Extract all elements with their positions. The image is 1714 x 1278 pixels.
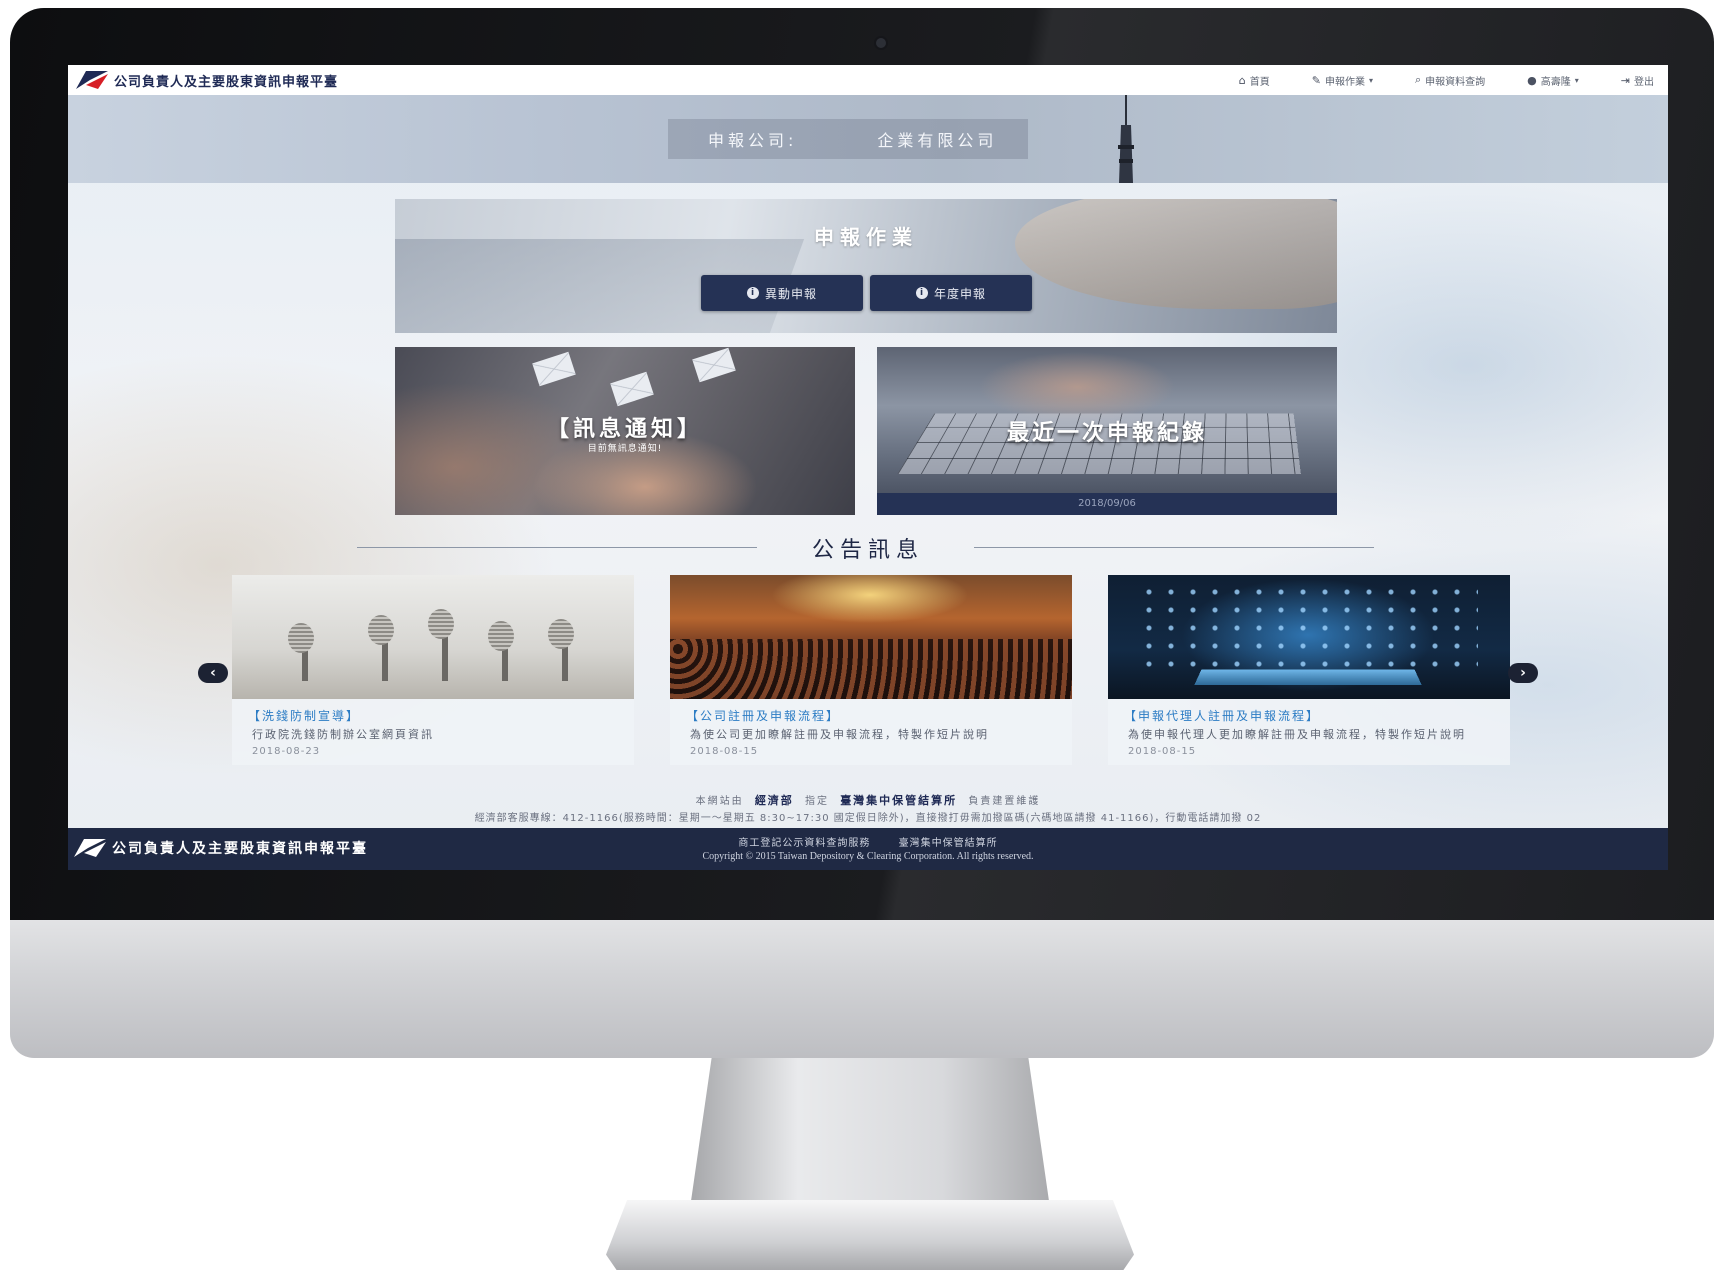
mic-head: [368, 615, 394, 645]
announcement-date: 2018-08-15: [1128, 746, 1510, 757]
carousel-next-button[interactable]: ›: [1508, 663, 1538, 683]
nav-logout-label: 登出: [1634, 73, 1654, 88]
company-label: 申報公司:: [708, 127, 797, 151]
chevron-right-icon: ›: [1520, 665, 1526, 681]
mic-head: [488, 621, 514, 651]
nav-user-dropdown[interactable]: ● 高壽隆 ▾: [1527, 73, 1579, 88]
audience: [670, 639, 1072, 699]
ministry-logo-text: 經濟部: [755, 794, 794, 807]
user-icon: ●: [1527, 74, 1537, 87]
credits-designated: 指定: [805, 796, 829, 807]
footer: 公司負責人及主要股東資訊申報平臺 商工登記公示資料查詢服務 臺灣集中保管結算所 …: [68, 828, 1668, 870]
credits-line: 本網站由 經濟部 指定 臺灣集中保管結算所 負責建置維護: [68, 792, 1668, 808]
brand[interactable]: 公司負責人及主要股東資訊申報平臺: [76, 71, 338, 90]
info-icon: i: [916, 287, 928, 299]
network-tablet-image: [1108, 575, 1510, 699]
camera-icon: [876, 38, 886, 48]
app-title: 公司負責人及主要股東資訊申報平臺: [114, 71, 338, 90]
company-name: 企業有限公司: [877, 127, 997, 151]
network-dots: [1138, 583, 1478, 673]
top-navbar: 公司負責人及主要股東資訊申報平臺 ⌂ 首頁 ✎ 申報作業 ▾ ⌕ 申報資料查詢 …: [68, 65, 1668, 95]
tower-icon: [1108, 95, 1144, 183]
credits-suffix: 負責建置維護: [968, 796, 1040, 807]
tablet: [1194, 670, 1421, 685]
announcement-title[interactable]: 【洗錢防制宣導】: [248, 707, 634, 724]
change-report-label: 異動申報: [765, 285, 817, 302]
conference-hall-image: [670, 575, 1072, 699]
announcement-title[interactable]: 【公司註冊及申報流程】: [686, 707, 1072, 724]
footer-links: 商工登記公示資料查詢服務 臺灣集中保管結算所: [68, 834, 1668, 849]
announcement-desc: 為使申報代理人更加瞭解註冊及申報流程，特製作短片說明: [1128, 728, 1494, 742]
footer-link-tdcc[interactable]: 臺灣集中保管結算所: [899, 838, 998, 849]
message-tile-title: 【訊息通知】: [395, 411, 855, 443]
report-panel-title: 申報作業: [395, 221, 1337, 250]
report-panel: 申報作業 i 異動申報 i 年度申報: [395, 199, 1337, 333]
message-tile-subtitle: 目前無訊息通知!: [395, 441, 855, 454]
company-box: 申報公司: 企業有限公司: [668, 119, 1028, 159]
tdcc-logo-text: 臺灣集中保管結算所: [840, 794, 957, 807]
home-icon: ⌂: [1239, 74, 1246, 87]
info-icon: i: [747, 287, 759, 299]
announcement-card[interactable]: 【洗錢防制宣導】 行政院洗錢防制辦公室網頁資訊 2018-08-23: [232, 575, 634, 765]
annual-report-label: 年度申報: [934, 285, 986, 302]
hotline-text: 經濟部客服專線：412-1166(服務時間：星期一～星期五 8:30~17:30…: [68, 809, 1668, 824]
change-report-button[interactable]: i 異動申報: [701, 275, 863, 311]
nav-user-label: 高壽隆: [1541, 73, 1571, 88]
annual-report-button[interactable]: i 年度申報: [870, 275, 1032, 311]
monitor-stand-neck: [690, 1058, 1050, 1208]
announcement-date: 2018-08-15: [690, 746, 1072, 757]
announcements-heading: 公告訊息: [68, 532, 1668, 564]
carousel-prev-button[interactable]: ‹: [198, 663, 228, 683]
monitor-chin: [10, 920, 1714, 1058]
nav-query[interactable]: ⌕ 申報資料查詢: [1415, 73, 1485, 88]
company-banner: 申報公司: 企業有限公司: [68, 95, 1668, 183]
announcement-desc: 為使公司更加瞭解註冊及申報流程，特製作短片說明: [690, 728, 1056, 742]
record-date: 2018/09/06: [877, 493, 1337, 515]
chevron-down-icon: ▾: [1575, 76, 1579, 85]
nav-query-label: 申報資料查詢: [1425, 73, 1485, 88]
nav-menu: ⌂ 首頁 ✎ 申報作業 ▾ ⌕ 申報資料查詢 ● 高壽隆 ▾ ⇥ 登出: [1197, 65, 1654, 95]
mic-head: [428, 609, 454, 639]
latest-record-tile[interactable]: 最近一次申報紀錄 2018/09/06: [877, 347, 1337, 515]
pencil-icon: ✎: [1312, 74, 1321, 87]
nav-home[interactable]: ⌂ 首頁: [1239, 73, 1270, 88]
nav-logout[interactable]: ⇥ 登出: [1621, 73, 1654, 88]
search-icon: ⌕: [1415, 73, 1421, 87]
chevron-down-icon: ▾: [1369, 76, 1373, 85]
announcement-title[interactable]: 【申報代理人註冊及申報流程】: [1124, 707, 1510, 724]
footer-link-business-registry[interactable]: 商工登記公示資料查詢服務: [738, 838, 870, 849]
monitor-stand-foot: [606, 1200, 1134, 1270]
mic-head: [288, 623, 314, 653]
microphones-image: [232, 575, 634, 699]
message-notification-tile[interactable]: 【訊息通知】 目前無訊息通知!: [395, 347, 855, 515]
logo-icon: [76, 71, 108, 89]
envelope-icon: [532, 352, 576, 387]
announcement-card[interactable]: 【申報代理人註冊及申報流程】 為使申報代理人更加瞭解註冊及申報流程，特製作短片說…: [1108, 575, 1510, 765]
credits-prefix: 本網站由: [696, 796, 744, 807]
logout-icon: ⇥: [1621, 74, 1630, 87]
nav-home-label: 首頁: [1250, 73, 1270, 88]
record-tile-title: 最近一次申報紀錄: [877, 415, 1337, 447]
nav-report-dropdown[interactable]: ✎ 申報作業 ▾: [1312, 73, 1373, 88]
hand-image: [1015, 199, 1337, 309]
chevron-left-icon: ‹: [210, 665, 216, 681]
announcement-desc: 行政院洗錢防制辦公室網頁資訊: [252, 728, 618, 742]
mic-head: [548, 619, 574, 649]
announcement-date: 2018-08-23: [252, 746, 634, 757]
envelope-icon: [692, 348, 736, 383]
screen: 公司負責人及主要股東資訊申報平臺 ⌂ 首頁 ✎ 申報作業 ▾ ⌕ 申報資料查詢 …: [68, 65, 1668, 870]
envelope-icon: [610, 372, 654, 407]
copyright: Copyright © 2015 Taiwan Depository & Cle…: [68, 851, 1668, 862]
announcement-card[interactable]: 【公司註冊及申報流程】 為使公司更加瞭解註冊及申報流程，特製作短片說明 2018…: [670, 575, 1072, 765]
nav-report-label: 申報作業: [1325, 73, 1365, 88]
